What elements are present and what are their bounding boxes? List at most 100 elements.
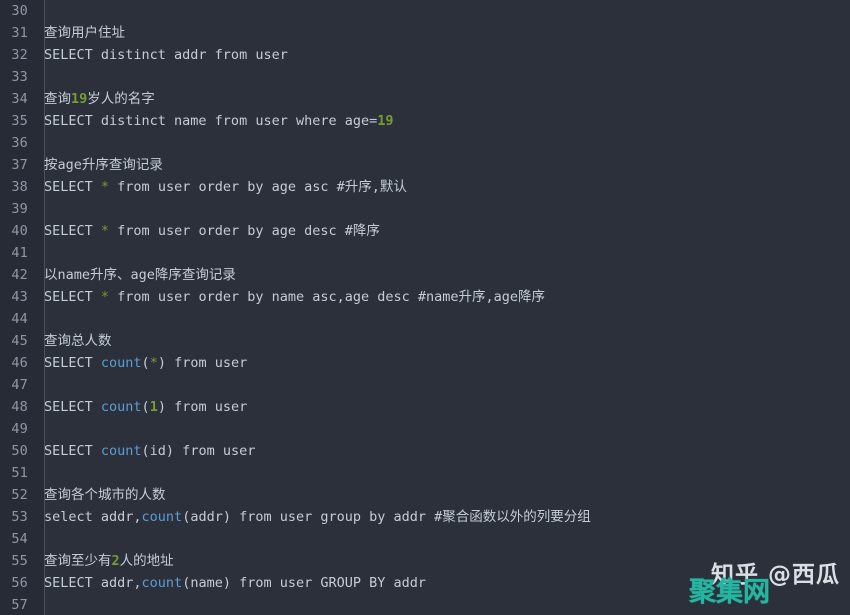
code-token: SELECT bbox=[44, 223, 101, 239]
code-line[interactable]: 54 bbox=[0, 528, 850, 550]
line-content[interactable] bbox=[36, 66, 44, 88]
code-token: 查询 bbox=[44, 91, 71, 107]
line-number: 55 bbox=[11, 553, 28, 569]
line-content[interactable]: 以name升序、age降序查询记录 bbox=[36, 264, 236, 286]
code-line[interactable]: 33 bbox=[0, 66, 850, 88]
code-line[interactable]: 55 查询至少有2人的地址 bbox=[0, 550, 850, 572]
code-token: 1 bbox=[149, 399, 158, 415]
line-content[interactable]: SELECT addr,count(name) from user GROUP … bbox=[36, 572, 426, 594]
line-content[interactable]: SELECT distinct name from user where age… bbox=[36, 110, 394, 132]
line-number: 32 bbox=[11, 47, 28, 63]
line-number: 45 bbox=[11, 333, 28, 349]
code-line[interactable]: 51 bbox=[0, 462, 850, 484]
code-token: SELECT distinct addr from user bbox=[44, 47, 288, 63]
line-number: 48 bbox=[11, 399, 28, 415]
line-number: 53 bbox=[11, 509, 28, 525]
line-content[interactable] bbox=[36, 132, 44, 154]
code-line[interactable]: 41 bbox=[0, 242, 850, 264]
line-content[interactable]: 查询至少有2人的地址 bbox=[36, 550, 174, 572]
code-line[interactable]: 47 bbox=[0, 374, 850, 396]
line-number: 51 bbox=[11, 465, 28, 481]
line-content[interactable]: SELECT * from user order by age asc #升序,… bbox=[36, 176, 407, 198]
line-number: 38 bbox=[11, 179, 28, 195]
code-line[interactable]: 49 bbox=[0, 418, 850, 440]
code-line[interactable]: 43 SELECT * from user order by name asc,a… bbox=[0, 286, 850, 308]
code-line[interactable]: 40 SELECT * from user order by age desc #… bbox=[0, 220, 850, 242]
code-line[interactable]: 31 查询用户住址 bbox=[0, 22, 850, 44]
line-content[interactable] bbox=[36, 462, 44, 484]
code-token: count bbox=[141, 575, 183, 591]
code-token: 19 bbox=[377, 113, 394, 129]
code-token: 岁人的名字 bbox=[87, 91, 155, 107]
line-content[interactable]: 查询各个城市的人数 bbox=[36, 484, 166, 506]
code-line[interactable]: 32 SELECT distinct addr from user bbox=[0, 44, 850, 66]
line-content[interactable]: SELECT count(1) from user bbox=[36, 396, 247, 418]
line-content[interactable]: 查询用户住址 bbox=[36, 22, 125, 44]
line-number: 52 bbox=[11, 487, 28, 503]
code-line[interactable]: 34 查询19岁人的名字 bbox=[0, 88, 850, 110]
code-token: (name) from user GROUP BY addr bbox=[182, 575, 427, 591]
code-line[interactable]: 37 按age升序查询记录 bbox=[0, 154, 850, 176]
code-line[interactable]: 44 bbox=[0, 308, 850, 330]
code-token: ) from user bbox=[157, 399, 248, 415]
line-number: 31 bbox=[11, 25, 28, 41]
line-number: 46 bbox=[11, 355, 28, 371]
code-token: count bbox=[141, 509, 183, 525]
code-line[interactable]: 38 SELECT * from user order by age asc #升… bbox=[0, 176, 850, 198]
line-content[interactable]: 查询19岁人的名字 bbox=[36, 88, 155, 110]
line-number: 37 bbox=[11, 157, 28, 173]
code-line[interactable]: 45 查询总人数 bbox=[0, 330, 850, 352]
line-content[interactable]: SELECT count(id) from user bbox=[36, 440, 255, 462]
code-token: 人的地址 bbox=[119, 553, 174, 569]
code-token: * bbox=[100, 223, 110, 239]
line-content[interactable]: select addr,count(addr) from user group … bbox=[36, 506, 591, 528]
line-number: 42 bbox=[11, 267, 28, 283]
code-line[interactable]: 46 SELECT count(*) from user bbox=[0, 352, 850, 374]
line-number: 34 bbox=[11, 91, 28, 107]
code-line[interactable]: 57 bbox=[0, 594, 850, 615]
code-line[interactable]: 48 SELECT count(1) from user bbox=[0, 396, 850, 418]
code-token: (addr) from user group by addr #聚合函数以外的列… bbox=[182, 509, 591, 525]
line-number: 39 bbox=[11, 201, 28, 217]
code-line[interactable]: 36 bbox=[0, 132, 850, 154]
line-number: 43 bbox=[11, 289, 28, 305]
code-line[interactable]: 39 bbox=[0, 198, 850, 220]
code-line[interactable]: 35 SELECT distinct name from user where a… bbox=[0, 110, 850, 132]
line-content[interactable] bbox=[36, 418, 44, 440]
code-line[interactable]: 52 查询各个城市的人数 bbox=[0, 484, 850, 506]
code-token: count bbox=[100, 355, 142, 371]
code-line[interactable]: 53 select addr,count(addr) from user grou… bbox=[0, 506, 850, 528]
code-token: SELECT bbox=[44, 179, 101, 195]
line-number: 40 bbox=[11, 223, 28, 239]
code-token: * bbox=[149, 355, 158, 371]
code-token: SELECT bbox=[44, 443, 101, 459]
line-content[interactable] bbox=[36, 0, 44, 22]
code-lines-container[interactable]: 30 31 查询用户住址 32 SELECT distinct addr from us… bbox=[0, 0, 850, 615]
line-number: 35 bbox=[11, 113, 28, 129]
line-content[interactable] bbox=[36, 308, 44, 330]
line-number: 33 bbox=[11, 69, 28, 85]
line-content[interactable] bbox=[36, 198, 44, 220]
code-token: ( bbox=[141, 399, 150, 415]
code-token: from user order by age asc #升序,默认 bbox=[109, 179, 407, 195]
code-line[interactable]: 42 以name升序、age降序查询记录 bbox=[0, 264, 850, 286]
line-content[interactable]: SELECT distinct addr from user bbox=[36, 44, 288, 66]
code-line[interactable]: 56 SELECT addr,count(name) from user GROU… bbox=[0, 572, 850, 594]
line-content[interactable] bbox=[36, 594, 44, 615]
code-line[interactable]: 30 bbox=[0, 0, 850, 22]
line-number: 36 bbox=[11, 135, 28, 151]
code-token: from user order by name asc,age desc #na… bbox=[109, 289, 546, 305]
line-content[interactable]: 按age升序查询记录 bbox=[36, 154, 163, 176]
code-token: SELECT bbox=[44, 289, 101, 305]
line-content[interactable] bbox=[36, 374, 44, 396]
line-number: 57 bbox=[11, 597, 28, 613]
line-content[interactable] bbox=[36, 242, 44, 264]
line-content[interactable]: SELECT * from user order by age desc #降序 bbox=[36, 220, 380, 242]
code-line[interactable]: 50 SELECT count(id) from user bbox=[0, 440, 850, 462]
line-content[interactable]: SELECT * from user order by name asc,age… bbox=[36, 286, 545, 308]
line-number: 49 bbox=[11, 421, 28, 437]
line-content[interactable]: SELECT count(*) from user bbox=[36, 352, 247, 374]
code-token: SELECT addr, bbox=[44, 575, 142, 591]
line-content[interactable] bbox=[36, 528, 44, 550]
line-content[interactable]: 查询总人数 bbox=[36, 330, 112, 352]
